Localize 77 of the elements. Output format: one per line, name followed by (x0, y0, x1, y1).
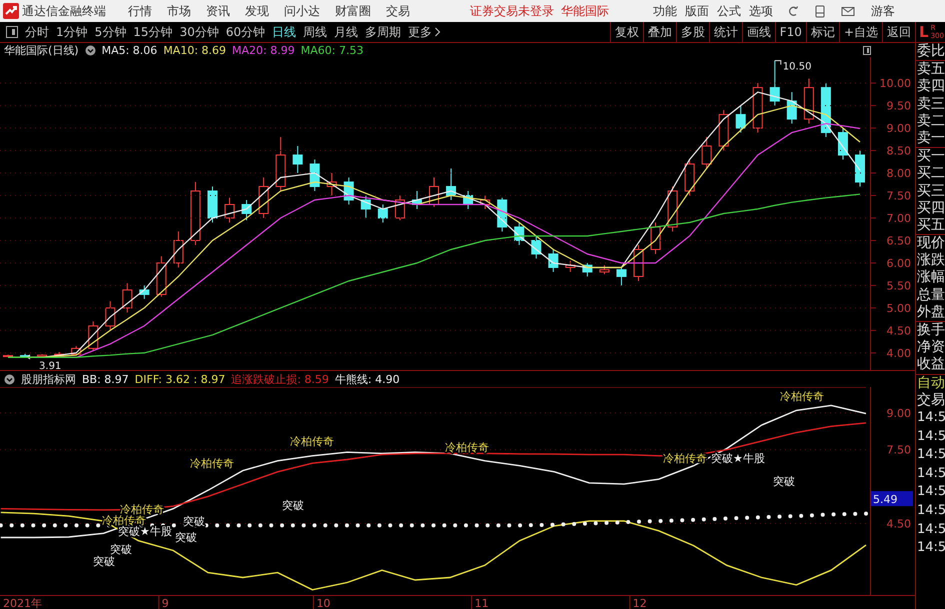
time-label: 14:5 (916, 464, 945, 483)
quote-label: 收益 (916, 356, 945, 374)
signal-label: 冷柏传奇 (780, 390, 824, 403)
quote-label: 自动 (916, 374, 945, 392)
quote-label: 卖二 (916, 112, 945, 130)
time-label: 14:5 (916, 483, 945, 502)
legend-value: DIFF: 3.62 : 8.97 (134, 372, 226, 386)
quote-label: 总量 (916, 286, 945, 304)
axis-label: 7.00 (886, 212, 911, 225)
quote-label: 涨跌 (916, 252, 945, 270)
time-label: 14:5 (916, 446, 945, 464)
signal-label: 冷柏传奇 (190, 457, 234, 470)
signal-label: 突破 (183, 515, 205, 528)
legend-value: 追涨跌破止损: 8.59 (231, 372, 329, 386)
signal-label: 冷柏传奇 (290, 435, 334, 448)
legend-value: BB: 8.97 (82, 372, 129, 386)
quote-label: 净资 (916, 339, 945, 356)
quote-label: 卖四 (916, 78, 945, 96)
date-label: 12 (632, 597, 647, 609)
chart-title: 股朋指标网 (21, 372, 76, 386)
quote-label: 现价 (916, 235, 945, 252)
axis-label: 7.50 (886, 444, 911, 457)
axis-label: 4.00 (886, 346, 911, 360)
cursor-value-label: 5.49 (871, 491, 913, 506)
axis-label: 5.00 (886, 302, 911, 315)
signal-label: 突破 (282, 499, 304, 512)
quote-label: 委比 (916, 43, 945, 60)
axis-label: 9.50 (886, 100, 911, 113)
axis-label: 7.50 (886, 190, 911, 202)
quote-label: 卖五 (916, 61, 945, 78)
quote-label: 买四 (916, 200, 945, 217)
quote-label: 卖三 (916, 96, 945, 113)
axis-label: 8.00 (886, 167, 911, 180)
quote-label: 换手 (916, 322, 945, 340)
status-text: 证券交易未登录 (470, 2, 554, 20)
time-label: 14:5 (916, 408, 945, 427)
signal-label: 突破 (773, 475, 795, 488)
quote-label: 买五 (916, 216, 945, 234)
date-label: 9 (162, 597, 169, 609)
axis-label: 4.50 (886, 517, 911, 530)
signal-label: 突破 (175, 531, 197, 544)
axis-label: 4.50 (886, 324, 911, 338)
signal-label: 突破 (93, 555, 115, 568)
time-label: 14:5 (916, 520, 945, 538)
legend-value: MA60: 7.53 (300, 44, 364, 56)
axis-label: 10.00 (880, 77, 911, 90)
signal-label: 突破★牛股 (711, 452, 765, 465)
time-label: 14:5 (916, 428, 945, 446)
date-label: 10 (316, 597, 330, 609)
chart-title: 华能国际(日线) (4, 42, 79, 58)
quote-label: 买三 (916, 182, 945, 200)
quote-label: 涨幅 (916, 269, 945, 287)
annotation: 3.91 (39, 360, 62, 372)
date-label: 11 (474, 597, 489, 609)
axis-label: 9.00 (886, 406, 911, 420)
time-label: 14:5 (916, 502, 945, 520)
axis-label: 6.00 (886, 256, 911, 270)
signal-label: 冷柏传奇 (445, 441, 489, 454)
legend-value: MA20: 8.99 (232, 44, 295, 56)
quote-label: 交易 (916, 392, 945, 409)
legend-value: 牛熊线: 4.90 (334, 372, 400, 386)
quote-label: 买一 (916, 148, 945, 166)
date-label: 2021年 (3, 597, 42, 609)
legend-value: MA10: 8.69 (163, 44, 226, 56)
status-text: 华能国际 (561, 2, 609, 20)
app-name: 通达信金融终端 (22, 2, 106, 20)
signal-label: 突破 (110, 543, 132, 556)
axis-label: 8.50 (886, 144, 911, 158)
legend-value: MA5: 8.06 (102, 44, 158, 56)
axis-label: 9.00 (886, 122, 911, 136)
quote-label: 卖一 (916, 130, 945, 148)
time-label: 14:5 (916, 539, 945, 558)
quote-label: 外盘 (916, 304, 945, 321)
quote-label: 买二 (916, 165, 945, 182)
annotation: 10.50 (782, 62, 812, 73)
axis-label: 6.50 (886, 234, 911, 248)
axis-label: 5.50 (886, 279, 911, 292)
